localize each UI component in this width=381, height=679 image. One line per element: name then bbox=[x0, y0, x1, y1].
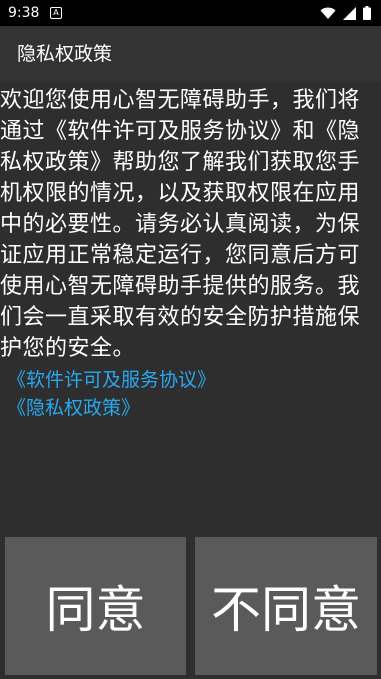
agree-button[interactable]: 同意 bbox=[5, 537, 186, 675]
policy-content: 欢迎您使用心智无障碍助手，我们将通过《软件许可及服务协议》和《隐私权政策》帮助您… bbox=[0, 82, 381, 422]
signal-icon bbox=[343, 6, 356, 20]
action-bar: 隐私权政策 bbox=[0, 26, 381, 82]
status-bar: 9:38 A bbox=[0, 0, 381, 26]
status-icons bbox=[320, 5, 371, 21]
privacy-policy-link[interactable]: 《隐私权政策》 bbox=[0, 394, 381, 422]
screen: 9:38 A 隐私权政策 欢迎您使用心智无障碍助手，我们将通过《软件许可及服务协… bbox=[0, 0, 381, 679]
page-title: 隐私权政策 bbox=[17, 43, 113, 65]
disagree-button[interactable]: 不同意 bbox=[195, 537, 377, 675]
status-time: 9:38 bbox=[8, 5, 40, 21]
license-agreement-link[interactable]: 《软件许可及服务协议》 bbox=[0, 366, 381, 394]
battery-icon bbox=[363, 6, 371, 20]
notification-icon: A bbox=[50, 7, 62, 19]
wifi-icon bbox=[320, 7, 336, 20]
policy-body-text: 欢迎您使用心智无障碍助手，我们将通过《软件许可及服务协议》和《隐私权政策》帮助您… bbox=[0, 88, 361, 361]
